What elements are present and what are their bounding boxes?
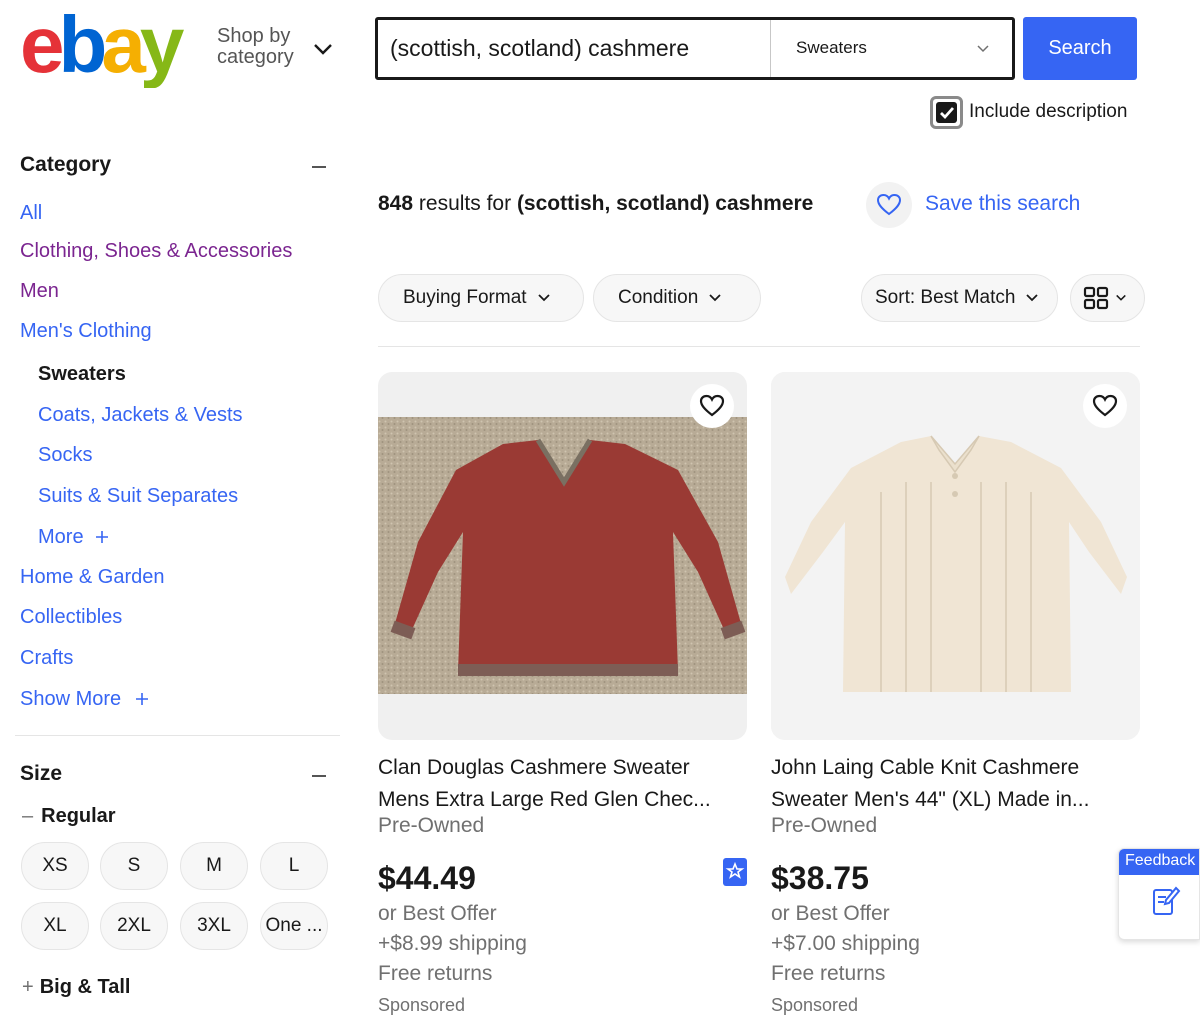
ebay-logo[interactable]: ebay [20,0,200,89]
shipping-cost: +$8.99 shipping [378,932,527,955]
shop-by-category-button[interactable]: Shop by category [217,26,294,68]
category-link-men[interactable]: Men [20,280,59,303]
returns-label: Free returns [378,962,493,985]
chevron-down-icon [1116,294,1126,301]
plus-icon [135,693,148,705]
best-offer-label: or Best Offer [771,902,890,925]
feedback-tab[interactable]: Feedback [1118,848,1200,940]
minus-icon: – [22,805,34,827]
cream-sweater-image [771,372,1140,740]
chevron-down-icon [977,45,989,53]
save-search-heart-button[interactable] [866,182,912,228]
include-description-checkbox[interactable] [930,96,963,129]
regular-toggle[interactable]: – Regular [22,805,116,828]
category-link-socks[interactable]: Socks [38,444,92,467]
item-price: $38.75 [771,860,869,896]
category-select-value: Sweaters [796,38,867,57]
product-image-1[interactable] [378,372,747,740]
size-pill-one-size[interactable]: One ... [260,902,328,950]
sort-label: Sort: Best Match [875,287,1016,308]
size-pill-m[interactable]: M [180,842,248,890]
size-pill-xl[interactable]: XL [21,902,89,950]
search-input[interactable]: (scottish, scotland) cashmere [390,35,689,62]
watch-heart-button[interactable] [1083,384,1127,428]
feedback-edit-icon [1153,886,1181,915]
returns-label: Free returns [771,962,886,985]
product-title-2[interactable]: John Laing Cable Knit Cashmere Sweater M… [771,752,1133,816]
category-link-collectibles[interactable]: Collectibles [20,606,122,629]
shop-by-line2: category [217,46,294,68]
product-image-2[interactable] [771,372,1140,740]
red-sweater-image [378,417,747,694]
chevron-down-icon[interactable] [312,38,334,60]
shipping-cost: +$7.00 shipping [771,932,920,955]
item-condition: Pre-Owned [771,814,878,837]
sidebar-divider [15,735,340,736]
big-tall-toggle[interactable]: + Big & Tall [22,976,130,999]
show-more-label: Show More [20,688,122,710]
results-divider [378,346,1140,347]
item-price: $44.49 [378,860,476,896]
size-pill-2xl[interactable]: 2XL [100,902,168,950]
sort-dropdown[interactable]: Sort: Best Match [861,274,1058,322]
chevron-down-icon [1026,294,1039,302]
category-show-more[interactable]: Show More [20,688,149,711]
title-line: Mens Extra Large Red Glen Chec... [378,788,711,811]
category-link-clothing[interactable]: Clothing, Shoes & Accessories [20,240,292,263]
results-query: (scottish, scotland) cashmere [516,192,814,215]
title-line: John Laing Cable Knit Cashmere [771,756,1080,779]
sponsored-label[interactable]: Sponsored [771,995,858,1016]
feedback-label: Feedback [1119,849,1199,875]
big-tall-label: Big & Tall [39,976,131,998]
size-pill-xs[interactable]: XS [21,842,89,890]
heart-icon [876,193,902,216]
size-pill-l[interactable]: L [260,842,328,890]
category-link-home-garden[interactable]: Home & Garden [20,566,165,589]
title-line: Sweater Men's 44" (XL) Made in... [771,788,1090,811]
title-line: Clan Douglas Cashmere Sweater [378,756,690,779]
sponsored-label[interactable]: Sponsored [378,995,465,1016]
plus-icon [96,531,109,543]
category-link-all[interactable]: All [20,202,42,225]
category-heading: Category [20,153,112,176]
filter-buying-format[interactable]: Buying Format [378,274,584,322]
best-offer-label: or Best Offer [378,902,497,925]
size-pill-s[interactable]: S [100,842,168,890]
heart-icon [699,394,725,417]
results-number: 848 [378,192,414,215]
collapse-icon[interactable] [312,775,326,777]
size-pill-3xl[interactable]: 3XL [180,902,248,950]
category-current-sweaters: Sweaters [38,363,126,385]
save-search-link[interactable]: Save this search [925,192,1080,216]
category-link-coats[interactable]: Coats, Jackets & Vests [38,404,243,427]
size-heading: Size [20,762,63,785]
grid-view-icon [1083,286,1109,310]
top-rated-badge-icon [723,858,747,886]
checkmark-icon [936,102,957,123]
regular-label: Regular [41,805,116,827]
filter-label: Condition [618,287,699,308]
item-condition: Pre-Owned [378,814,485,837]
category-link-crafts[interactable]: Crafts [20,647,73,670]
filter-label: Buying Format [403,287,527,308]
more-label: More [38,526,84,548]
chevron-down-icon [709,294,721,302]
plus-icon: + [22,976,34,998]
results-count: 848 results for (scottish, scotland) cas… [378,192,813,216]
svg-text:ebay: ebay [20,8,185,88]
collapse-icon[interactable] [312,166,326,168]
filter-condition[interactable]: Condition [593,274,761,322]
results-for-label: results for [418,192,512,215]
category-link-suits[interactable]: Suits & Suit Separates [38,485,238,508]
category-link-more[interactable]: More [38,526,109,549]
include-description-label[interactable]: Include description [969,101,1127,123]
shop-by-line1: Shop by [217,25,291,47]
heart-icon [1092,394,1118,417]
watch-heart-button[interactable] [690,384,734,428]
category-link-mens-clothing[interactable]: Men's Clothing [20,320,152,343]
chevron-down-icon [537,294,550,302]
product-title-1[interactable]: Clan Douglas Cashmere Sweater Mens Extra… [378,752,740,816]
search-button[interactable]: Search [1023,17,1137,80]
view-toggle-button[interactable] [1070,274,1145,322]
